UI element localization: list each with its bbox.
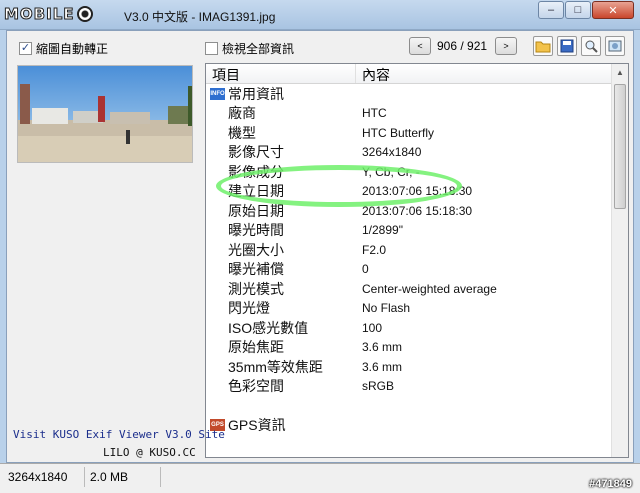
list-rows: INFO 常用資訊 廠商 HTC 機型 HTC Butterfly 影像尺寸 3264x184… [206, 84, 628, 435]
list-item[interactable]: 光圈大小 F2.0 [206, 240, 628, 260]
item-value: F2.0 [362, 242, 387, 257]
item-value: 1/2899" [362, 223, 403, 238]
column-header-content[interactable]: 內容 [356, 64, 614, 83]
status-file-size: 2.0 MB [90, 470, 129, 484]
list-item[interactable]: 影像尺寸 3264x1840 [206, 143, 628, 163]
minimize-button[interactable]: – [538, 1, 564, 19]
item-value: 0 [362, 262, 369, 277]
show-all-label: 檢視全部資訊 [222, 42, 295, 56]
list-item[interactable]: 建立日期 2013:07:06 15:18:30 [206, 182, 628, 202]
scroll-up-icon[interactable]: ▲ [612, 64, 628, 81]
status-separator [84, 467, 85, 487]
floppy-icon [560, 39, 574, 53]
checkbox-unchecked-icon [205, 42, 218, 55]
eye-icon [76, 6, 93, 22]
client-area: ✓ 縮圖自動轉正 檢視全部資訊 < 906 / 921 > 項目 內容 INFO… [6, 30, 634, 463]
title-bar: MOBILE V3.0 中文版 - IMAG1391.jpg – □ ✕ [0, 0, 640, 30]
item-value: 2013:07:06 15:18:30 [362, 203, 473, 218]
list-item[interactable]: 機型 HTC Butterfly [206, 123, 628, 143]
photo-thumbnail[interactable] [17, 65, 193, 163]
list-item[interactable]: 原始焦距 3.6 mm [206, 338, 628, 358]
group-header[interactable]: INFO 常用資訊 [206, 84, 628, 104]
group-header[interactable]: GPS GPS資訊 [206, 416, 628, 436]
scroll-thumb[interactable] [614, 84, 626, 209]
item-key: 閃光燈 [228, 300, 270, 317]
magnifier-icon [585, 40, 598, 53]
window-controls: – □ ✕ [537, 1, 634, 19]
exif-list[interactable]: 項目 內容 INFO 常用資訊 廠商 HTC 機型 HTC Butterfly 影像尺寸 32… [205, 63, 629, 458]
zoom-button[interactable] [581, 36, 601, 56]
info-icon: INFO [210, 87, 225, 100]
list-item[interactable]: 閃光燈 No Flash [206, 299, 628, 319]
item-key: 原始焦距 [228, 339, 284, 356]
list-item[interactable]: 曝光補償 0 [206, 260, 628, 280]
list-item[interactable]: 影像成分 Y, Cb, Cr, - [206, 162, 628, 182]
prev-button[interactable]: < [409, 37, 431, 55]
list-item[interactable]: 原始日期 2013:07:06 15:18:30 [206, 201, 628, 221]
item-value: Y, Cb, Cr, - [362, 164, 420, 179]
image-counter: 906 / 921 [437, 39, 488, 53]
item-key: ISO感光數值 [228, 319, 309, 336]
group-label: GPS資訊 [228, 417, 286, 434]
item-key: 機型 [228, 124, 256, 141]
list-item[interactable]: 35mm等效焦距 3.6 mm [206, 357, 628, 377]
status-separator [160, 467, 161, 487]
checkbox-checked-icon: ✓ [19, 42, 32, 55]
item-key: 原始日期 [228, 202, 284, 219]
item-key: 影像成分 [228, 163, 284, 180]
item-value: Center-weighted average [362, 281, 497, 296]
list-item[interactable]: 測光模式 Center-weighted average [206, 279, 628, 299]
show-all-checkbox[interactable]: 檢視全部資訊 [205, 40, 294, 57]
list-item[interactable]: 曝光時間 1/2899" [206, 221, 628, 241]
item-key: 建立日期 [228, 183, 284, 200]
folder-icon [535, 41, 551, 53]
watermark: #471849 [589, 478, 632, 490]
item-value: 2013:07:06 15:18:30 [362, 184, 473, 199]
auto-rotate-label: 縮圖自動轉正 [36, 42, 109, 56]
credit-text: LILO @ KUSO.CC [103, 446, 196, 459]
image-tool-icon [608, 40, 622, 52]
item-key: 影像尺寸 [228, 144, 284, 161]
list-item[interactable]: ISO感光數值 100 [206, 318, 628, 338]
item-value: 3264x1840 [362, 145, 422, 160]
column-header-item[interactable]: 項目 [206, 64, 356, 83]
item-key: 35mm等效焦距 [228, 358, 323, 375]
list-item[interactable]: 色彩空間 sRGB [206, 377, 628, 397]
item-key: 光圈大小 [228, 241, 284, 258]
item-key: 色彩空間 [228, 378, 284, 395]
list-header: 項目 內容 [206, 64, 628, 84]
status-bar: 3264x1840 2.0 MB [0, 463, 640, 493]
save-button[interactable] [557, 36, 577, 56]
item-key: 測光模式 [228, 280, 284, 297]
list-item[interactable]: 廠商 HTC [206, 104, 628, 124]
settings-button[interactable] [605, 36, 625, 56]
close-button[interactable]: ✕ [592, 1, 634, 19]
item-key: 曝光時間 [228, 222, 284, 239]
item-value: sRGB [362, 379, 395, 394]
item-value: HTC Butterfly [362, 125, 435, 140]
item-value: HTC [362, 106, 387, 121]
item-value: 3.6 mm [362, 359, 403, 374]
window-title: V3.0 中文版 - IMAG1391.jpg [124, 10, 276, 24]
item-value: 3.6 mm [362, 340, 403, 355]
mobile01-logo: MOBILE [4, 3, 122, 25]
item-value: No Flash [362, 301, 411, 316]
open-folder-button[interactable] [533, 36, 553, 56]
maximize-button[interactable]: □ [565, 1, 591, 19]
next-button[interactable]: > [495, 37, 517, 55]
item-value: 100 [362, 320, 383, 335]
promo-link[interactable]: Visit KUSO Exif Viewer V3.0 Site [13, 428, 225, 441]
item-key: 廠商 [228, 105, 256, 122]
auto-rotate-checkbox[interactable]: ✓ 縮圖自動轉正 [19, 40, 108, 57]
logo-text: MOBILE [4, 5, 75, 24]
vertical-scrollbar[interactable]: ▲ [611, 64, 628, 457]
status-dimensions: 3264x1840 [8, 470, 68, 484]
group-label: 常用資訊 [228, 85, 284, 102]
item-key: 曝光補償 [228, 261, 284, 278]
